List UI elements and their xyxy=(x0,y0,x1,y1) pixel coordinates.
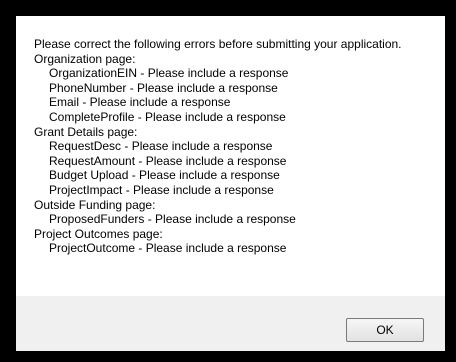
error-item: PhoneNumber - Please include a response xyxy=(49,80,278,95)
error-item: RequestAmount - Please include a respons… xyxy=(49,153,287,168)
section-heading-organization: Organization page: xyxy=(34,51,136,66)
error-item: ProposedFunders - Please include a respo… xyxy=(49,212,296,227)
error-item: ProjectImpact - Please include a respons… xyxy=(49,182,274,197)
error-item: OrganizationEIN - Please include a respo… xyxy=(49,66,289,81)
section-heading-outside-funding: Outside Funding page: xyxy=(34,197,156,212)
error-item: ProjectOutcome - Please include a respon… xyxy=(49,241,287,256)
section-heading-project-outcomes: Project Outcomes page: xyxy=(34,226,163,241)
section-heading-grant-details: Grant Details page: xyxy=(34,124,138,139)
button-bar: OK xyxy=(16,296,445,351)
validation-dialog: Please correct the following errors befo… xyxy=(0,0,456,362)
error-item: Email - Please include a response xyxy=(49,95,231,110)
intro-text: Please correct the following errors befo… xyxy=(34,37,402,51)
error-item: RequestDesc - Please include a response xyxy=(49,139,273,154)
error-item: CompleteProfile - Please include a respo… xyxy=(49,109,286,124)
dialog-body: Please correct the following errors befo… xyxy=(16,16,445,351)
error-item: Budget Upload - Please include a respons… xyxy=(49,168,280,183)
ok-button[interactable]: OK xyxy=(346,318,424,342)
error-message: Please correct the following errors befo… xyxy=(16,16,445,296)
